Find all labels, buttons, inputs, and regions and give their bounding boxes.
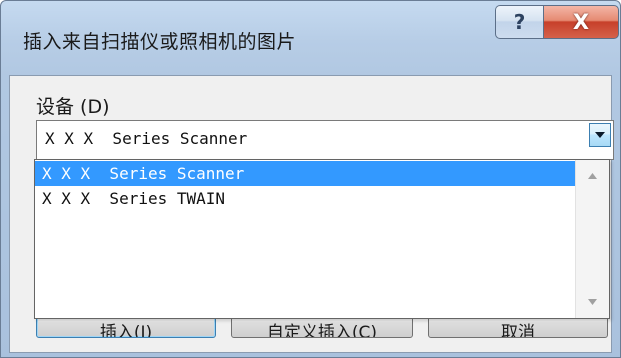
- title-bar: 插入来自扫描仪或照相机的图片 ? X: [1, 1, 620, 75]
- dropdown-scrollbar[interactable]: [575, 160, 609, 318]
- scroll-up-arrow-icon: [588, 173, 597, 179]
- device-select-arrow[interactable]: [589, 123, 611, 147]
- close-button[interactable]: X: [543, 5, 619, 39]
- cancel-button-label: 取消: [501, 323, 535, 338]
- scroll-down-arrow-icon: [588, 299, 597, 305]
- caption-buttons: ? X: [495, 5, 619, 41]
- device-label: 设备 (D): [36, 96, 110, 118]
- window-title: 插入来自扫描仪或照相机的图片: [23, 31, 297, 53]
- help-icon: ?: [513, 10, 526, 34]
- scroll-down-button[interactable]: [576, 290, 609, 314]
- insert-button-label: 插入(I): [99, 323, 153, 338]
- close-icon: X: [572, 10, 590, 34]
- device-select[interactable]: X X X Series Scanner: [36, 120, 614, 160]
- chevron-down-icon: [595, 131, 605, 138]
- help-button[interactable]: ?: [495, 5, 543, 39]
- device-option-scanner[interactable]: X X X Series Scanner: [35, 161, 575, 186]
- device-options: X X X Series Scanner X X X Series TWAIN: [35, 161, 575, 211]
- custom-insert-button-label: 自定义插入(C): [266, 323, 378, 338]
- device-dropdown-list[interactable]: X X X Series Scanner X X X Series TWAIN: [34, 159, 610, 319]
- device-option-twain[interactable]: X X X Series TWAIN: [35, 186, 575, 211]
- screen: 插入来自扫描仪或照相机的图片 ? X 设备 (D) X X X Series S…: [0, 0, 621, 358]
- scroll-up-button[interactable]: [576, 164, 609, 188]
- device-select-value: X X X Series Scanner: [45, 129, 248, 148]
